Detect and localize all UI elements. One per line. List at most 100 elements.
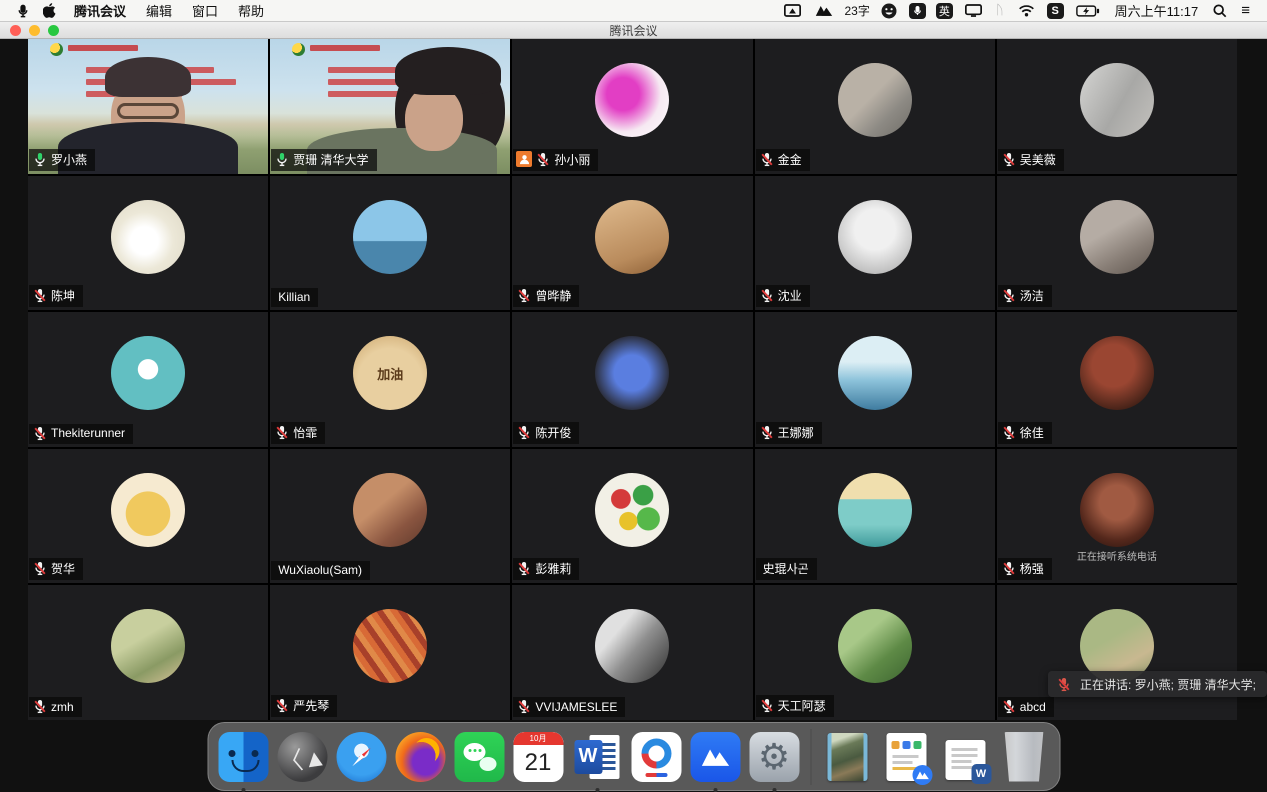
participant-tile[interactable]: 史琨사곤 [755, 449, 995, 584]
menu-app-name[interactable]: 腾讯会议 [64, 0, 136, 21]
participant-nameplate: 贾珊 清华大学 [271, 149, 376, 171]
mic-muted-icon [1002, 561, 1016, 576]
menu-window[interactable]: 窗口 [182, 0, 228, 21]
mic-muted-icon [1002, 288, 1016, 303]
avatar [111, 336, 185, 410]
avatar [111, 609, 185, 683]
avatar [838, 336, 912, 410]
mic-muted-icon [760, 698, 774, 713]
dock-finder-icon[interactable] [217, 731, 269, 783]
mic-muted-icon [33, 699, 47, 714]
meeting-stage: 罗小燕 贾珊 清华大学 孙小丽 金金 吴美薇 陈坤Killian 曾晔静 沈业 … [0, 39, 1267, 792]
participant-tile[interactable]: 贺华 [28, 449, 268, 584]
participant-name: 天工阿瑟 [778, 697, 826, 714]
tencent-meeting-menubar-icon[interactable] [808, 0, 840, 21]
participant-nameplate: Killian [271, 288, 318, 307]
participant-tile[interactable]: 正在接听系统电话 杨强 [997, 449, 1237, 584]
dock-baidu-netdisk-icon[interactable] [630, 731, 682, 783]
dock-tencent-meeting-icon[interactable] [689, 731, 741, 783]
dock-calendar-icon[interactable]: 10月21 [512, 731, 564, 783]
screen-mirroring-icon[interactable] [777, 0, 808, 21]
participant-tile[interactable]: 金金 [755, 39, 995, 174]
dock-file-meeting-doc-icon[interactable] [880, 731, 932, 783]
participant-tile[interactable]: 天工阿瑟 [755, 585, 995, 720]
dock-file-painting-icon[interactable] [821, 731, 873, 783]
banner-title-line [310, 45, 380, 51]
participant-name: 罗小燕 [51, 151, 87, 168]
mic-on-icon [33, 152, 47, 167]
participant-tile[interactable]: VVIJAMESLEE [512, 585, 752, 720]
mic-muted-icon [1002, 699, 1016, 714]
participant-tile[interactable]: zmh [28, 585, 268, 720]
dock-launchpad-icon[interactable]: 〈▲ [276, 731, 328, 783]
menu-edit[interactable]: 编辑 [136, 0, 182, 21]
participant-tile[interactable]: 陈开俊 [512, 312, 752, 447]
running-indicator [595, 788, 599, 792]
participant-nameplate: 史琨사곤 [756, 558, 817, 580]
menu-help[interactable]: 帮助 [228, 0, 274, 21]
rocket-glyph: 〈▲ [277, 732, 327, 782]
participant-nameplate: WuXiaolu(Sam) [271, 561, 370, 580]
participant-tile[interactable]: 陈坤 [28, 176, 268, 311]
avatar [353, 473, 427, 547]
avatar [1080, 63, 1154, 137]
participant-tile[interactable]: 严先琴 [270, 585, 510, 720]
participant-tile[interactable]: 吴美薇 [997, 39, 1237, 174]
participant-name: Killian [278, 290, 310, 304]
participant-tile[interactable]: 贾珊 清华大学 [270, 39, 510, 174]
participant-tile[interactable]: 曾晔静 [512, 176, 752, 311]
menubar-clock[interactable]: 周六上午11:17 [1107, 1, 1207, 20]
battery-charging-icon[interactable] [1069, 0, 1107, 21]
person-badge-icon [516, 151, 532, 167]
participant-nameplate: 汤洁 [998, 285, 1052, 307]
participant-tile[interactable]: 徐佳 [997, 312, 1237, 447]
display-icon[interactable] [958, 0, 989, 21]
avatar-text: 加油 [377, 364, 403, 383]
avatar [595, 63, 669, 137]
participant-tile[interactable]: WuXiaolu(Sam) [270, 449, 510, 584]
participant-name: Thekiterunner [51, 426, 125, 440]
participant-tile[interactable]: 汤洁 [997, 176, 1237, 311]
participant-nameplate: 罗小燕 [29, 149, 95, 171]
participant-tile[interactable]: abcd [997, 585, 1237, 720]
avatar [838, 473, 912, 547]
dock-system-preferences-icon[interactable]: ⚙ [748, 731, 800, 783]
participant-nameplate: 杨强 [998, 558, 1052, 580]
dock-safari-icon[interactable] [335, 731, 387, 783]
dock-file-word-doc-icon[interactable]: W [939, 731, 991, 783]
avatar [838, 63, 912, 137]
dock-wechat-icon[interactable] [453, 731, 505, 783]
dock-word-icon[interactable]: W [571, 731, 623, 783]
bluetooth-icon[interactable]: ᚢ [989, 0, 1011, 21]
participant-nameplate: VVIJAMESLEE [513, 697, 625, 717]
participant-name: 王娜娜 [778, 424, 814, 441]
participant-nameplate: 贺华 [29, 558, 83, 580]
participant-nameplate: 天工阿瑟 [756, 695, 834, 717]
participant-tile[interactable]: Thekiterunner [28, 312, 268, 447]
sogou-input-icon[interactable]: S [1047, 3, 1064, 19]
avatar [1080, 200, 1154, 274]
emoji-input-icon[interactable] [874, 0, 904, 21]
apple-menu[interactable] [36, 0, 64, 21]
participant-nameplate: 陈坤 [29, 285, 83, 307]
wifi-icon[interactable] [1011, 0, 1042, 21]
participant-tile[interactable]: 彭雅莉 [512, 449, 752, 584]
dock-firefox-icon[interactable] [394, 731, 446, 783]
participant-nameplate: Thekiterunner [29, 424, 133, 444]
avatar [1080, 473, 1154, 547]
mic-muted-icon [760, 425, 774, 440]
participant-tile[interactable]: 王娜娜 [755, 312, 995, 447]
avatar [353, 609, 427, 683]
participant-tile[interactable]: 罗小燕 [28, 39, 268, 174]
input-method-icon[interactable]: 英 [936, 3, 953, 19]
banner-logo [292, 43, 305, 56]
participant-tile[interactable]: Killian [270, 176, 510, 311]
dock-trash-icon[interactable] [998, 731, 1050, 783]
dictation-mic-icon[interactable] [909, 3, 926, 19]
spotlight-search-icon[interactable] [1206, 0, 1234, 21]
participant-tile[interactable]: 沈业 [755, 176, 995, 311]
menubar-list-icon[interactable]: ≡ [1234, 0, 1257, 21]
participant-name: 杨强 [1020, 560, 1044, 577]
participant-tile[interactable]: 孙小丽 [512, 39, 752, 174]
participant-tile[interactable]: 加油 怡霏 [270, 312, 510, 447]
